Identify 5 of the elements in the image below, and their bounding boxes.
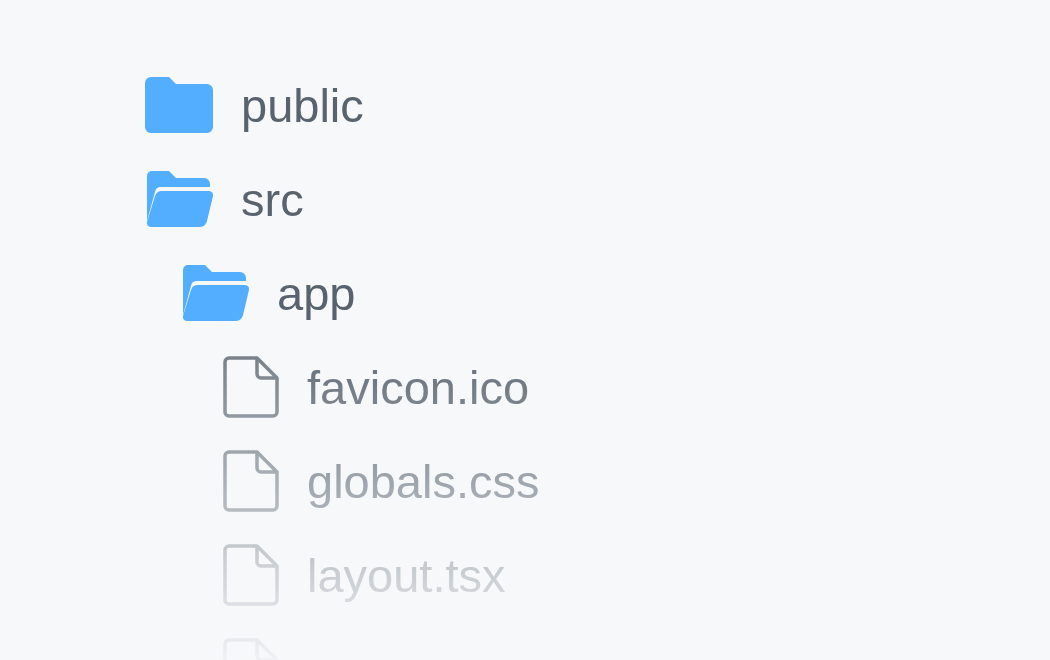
file-icon [223,450,279,512]
file-name[interactable]: favicon.ico [307,363,530,411]
file-icon [223,544,279,606]
file-icon [223,356,279,418]
folder-name[interactable]: src [241,175,304,223]
